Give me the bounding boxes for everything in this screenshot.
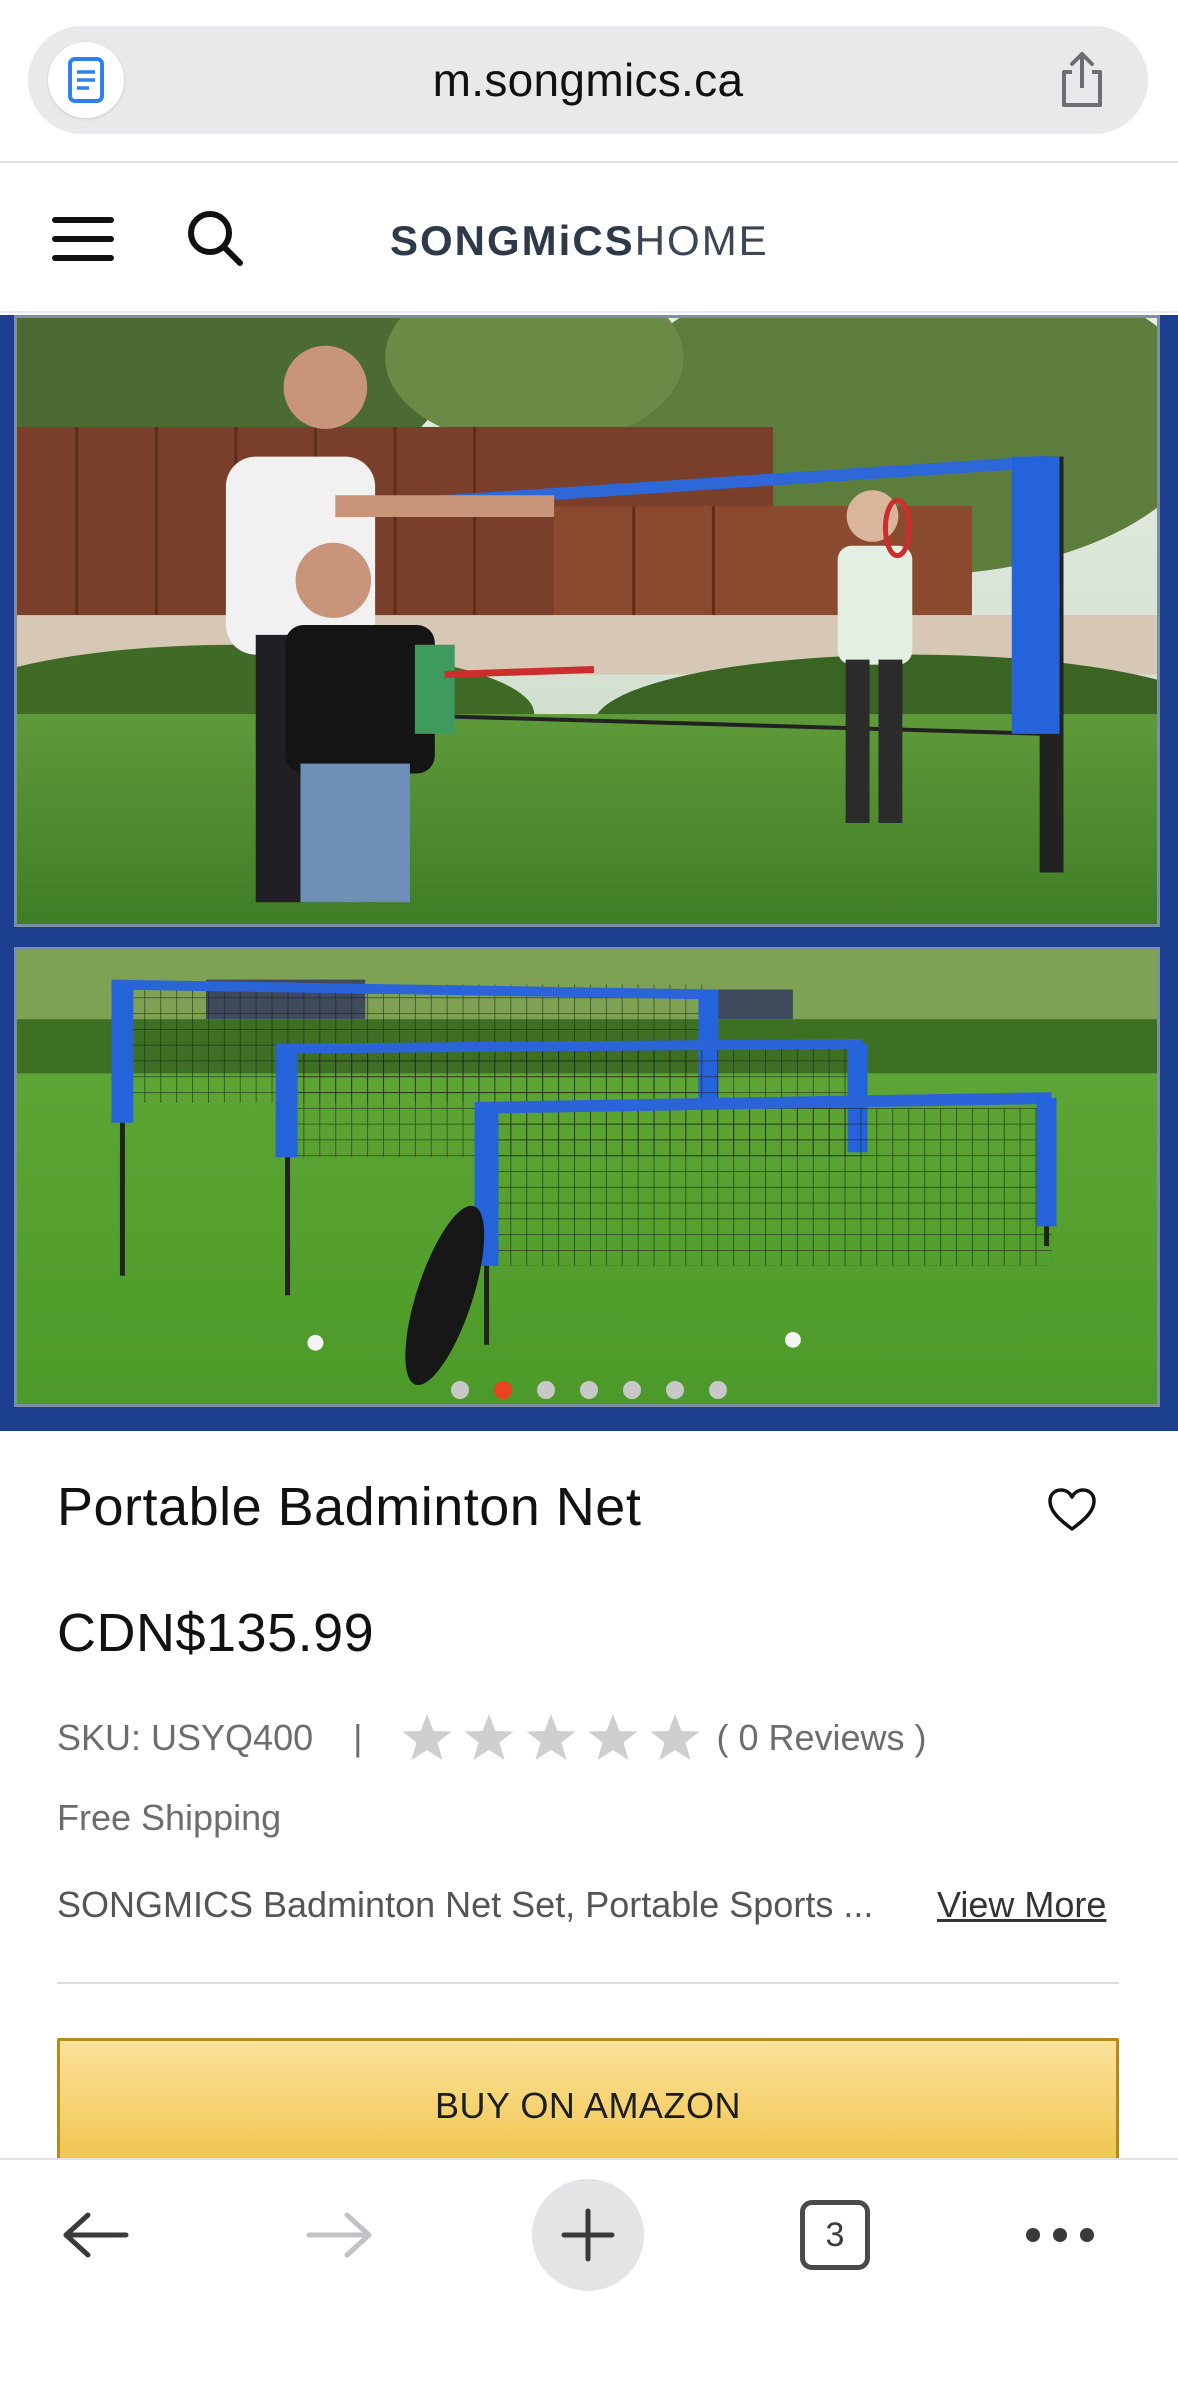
wishlist-button[interactable]: [1040, 1480, 1104, 1540]
gallery-dot[interactable]: [451, 1381, 469, 1399]
product-photo-nets: [14, 947, 1160, 1407]
url-text[interactable]: m.songmics.ca: [28, 26, 1148, 134]
product-photo-family: [14, 315, 1160, 927]
menu-button[interactable]: [50, 211, 116, 267]
product-description: SONGMICS Badminton Net Set, Portable Spo…: [57, 1880, 1119, 1930]
meta-separator: |: [353, 1717, 363, 1758]
gallery-dot-active[interactable]: [494, 1381, 512, 1399]
gallery-dot[interactable]: [580, 1381, 598, 1399]
gallery-dot[interactable]: [709, 1381, 727, 1399]
browser-toolbar: 3: [0, 2158, 1178, 2392]
search-icon: [188, 211, 243, 266]
star-icon: [464, 1714, 514, 1760]
search-button[interactable]: [182, 205, 248, 271]
arrow-right-icon: [306, 2212, 372, 2258]
star-icon: [402, 1714, 452, 1760]
rating-stars[interactable]: [400, 1712, 702, 1764]
more-icon: [1026, 2228, 1094, 2242]
url-field[interactable]: m.songmics.ca: [28, 26, 1148, 134]
star-icon: [588, 1714, 638, 1760]
logo-suffix: HOME: [634, 217, 769, 264]
product-gallery[interactable]: [0, 315, 1178, 1431]
gallery-dot[interactable]: [537, 1381, 555, 1399]
share-button[interactable]: [1052, 50, 1112, 110]
tab-count: 3: [800, 2200, 870, 2270]
product-price: CDN$135.99: [57, 1603, 375, 1663]
buy-on-amazon-button[interactable]: BUY ON AMAZON: [57, 2038, 1119, 2168]
more-menu-button[interactable]: [1005, 2180, 1115, 2290]
site-logo[interactable]: SONGMiCSHOME: [390, 213, 769, 269]
new-tab-button[interactable]: [532, 2179, 644, 2291]
heart-icon: [1048, 1488, 1096, 1531]
site-header: SONGMiCSHOME: [0, 165, 1178, 313]
divider: [57, 1982, 1119, 1984]
product-title: Portable Badminton Net: [57, 1477, 642, 1537]
arrow-left-icon: [63, 2212, 129, 2258]
browser-address-bar: m.songmics.ca: [0, 0, 1178, 163]
review-count[interactable]: ( 0 Reviews ): [716, 1717, 926, 1759]
view-more-link[interactable]: View More: [937, 1880, 1106, 1930]
plus-icon: [561, 2208, 615, 2262]
description-text: SONGMICS Badminton Net Set, Portable Spo…: [57, 1884, 874, 1925]
logo-brand: SONGMiCS: [390, 217, 635, 264]
gallery-dot[interactable]: [623, 1381, 641, 1399]
tabs-button[interactable]: 3: [780, 2180, 890, 2290]
forward-button[interactable]: [285, 2180, 395, 2290]
product-meta: SKU: USYQ400 | ( 0 Reviews ): [57, 1712, 927, 1764]
share-icon: [1062, 52, 1102, 107]
back-button[interactable]: [40, 2180, 150, 2290]
gallery-dot[interactable]: [666, 1381, 684, 1399]
gallery-pagination[interactable]: [0, 1381, 1178, 1401]
hamburger-icon: [52, 217, 114, 261]
star-icon: [526, 1714, 576, 1760]
product-sku: SKU: USYQ400: [57, 1717, 314, 1758]
shipping-info: Free Shipping: [57, 1797, 282, 1838]
star-icon: [650, 1714, 700, 1760]
